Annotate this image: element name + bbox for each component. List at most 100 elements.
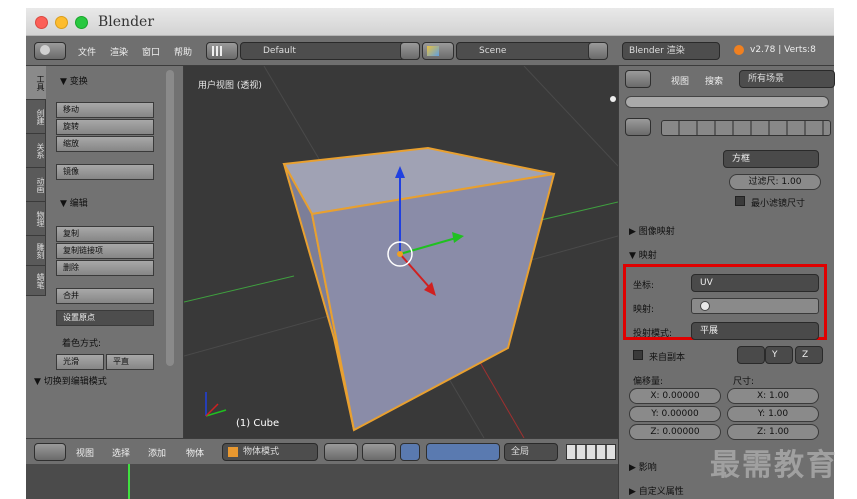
close-window-button[interactable] bbox=[35, 16, 48, 29]
x-mapping-select[interactable] bbox=[737, 346, 765, 364]
map-object-field[interactable] bbox=[691, 298, 819, 314]
menu-select[interactable]: 选择 bbox=[112, 446, 130, 459]
outliner-search-field[interactable] bbox=[625, 96, 829, 108]
object-origin bbox=[397, 251, 403, 257]
manipulator-toggle[interactable] bbox=[400, 443, 420, 461]
mode-value: 物体模式 bbox=[243, 447, 280, 457]
transform-manipulators[interactable] bbox=[426, 443, 500, 461]
filter-type-select[interactable]: 方框 bbox=[723, 150, 819, 168]
object-mode-icon bbox=[228, 447, 238, 457]
tab-relations[interactable]: 关系 bbox=[26, 134, 46, 168]
tool-shelf-tabs: 工具 创建 关系 动画 物理 雕刻 蜡笔 bbox=[26, 66, 46, 296]
tab-physics[interactable]: 物理 bbox=[26, 202, 46, 236]
offset-x-field[interactable]: X: 0.00000 bbox=[629, 388, 721, 404]
influence-panel[interactable]: ▶ 影响 bbox=[629, 460, 657, 473]
info-header: 文件 渲染 窗口 帮助 Default Scene Blender 渲染 v2.… bbox=[26, 36, 834, 66]
coordinates-label: 坐标: bbox=[633, 281, 655, 291]
editor-type-button[interactable] bbox=[34, 42, 66, 60]
menu-help[interactable]: 帮助 bbox=[174, 45, 192, 58]
3d-view-editor-button[interactable] bbox=[34, 443, 66, 461]
transform-orientation-select[interactable]: 全局 bbox=[504, 443, 558, 461]
mirror-button[interactable]: 镜像 bbox=[56, 164, 154, 180]
3d-viewport[interactable]: 用户视图 (透视) (1) Cube bbox=[184, 66, 618, 438]
menu-render[interactable]: 渲染 bbox=[110, 45, 128, 58]
image-mapping-panel[interactable]: ▶ 图像映射 bbox=[629, 224, 675, 237]
shading-label: 着色方式: bbox=[62, 339, 102, 349]
transform-panel-title[interactable]: ▼ 变换 bbox=[60, 74, 88, 87]
add-scene-button[interactable] bbox=[588, 42, 608, 60]
current-frame-marker[interactable] bbox=[128, 464, 130, 499]
scene-filter-select[interactable]: 所有场景 bbox=[739, 70, 835, 88]
outliner-menu-search[interactable]: 搜索 bbox=[705, 74, 723, 87]
grid-layout-icon bbox=[212, 46, 222, 56]
from-dupli-label: 来自副本 bbox=[649, 353, 686, 363]
add-layout-button[interactable] bbox=[400, 42, 420, 60]
shade-smooth-button[interactable]: 光滑 bbox=[56, 354, 104, 370]
filter-size-field[interactable]: 过滤尺: 1.00 bbox=[729, 174, 821, 190]
mapping-panel-title[interactable]: ▼ 映射 bbox=[629, 248, 657, 261]
toggle-edit-mode-title[interactable]: ▼ 切换到编辑模式 bbox=[34, 374, 107, 387]
mode-select[interactable]: 物体模式 bbox=[222, 443, 318, 461]
size-x-field[interactable]: X: 1.00 bbox=[727, 388, 819, 404]
menu-window[interactable]: 窗口 bbox=[142, 45, 160, 58]
active-object-label: (1) Cube bbox=[236, 418, 280, 429]
projection-select[interactable]: 平展 bbox=[691, 322, 819, 340]
menu-file[interactable]: 文件 bbox=[78, 45, 96, 58]
scene-filter-value: 所有场景 bbox=[748, 74, 785, 84]
shade-flat-button[interactable]: 平直 bbox=[106, 354, 154, 370]
render-engine-select[interactable]: Blender 渲染 bbox=[622, 42, 720, 60]
menu-view[interactable]: 视图 bbox=[76, 446, 94, 459]
edit-panel-title[interactable]: ▼ 编辑 bbox=[60, 196, 88, 209]
tab-tools[interactable]: 工具 bbox=[26, 66, 46, 100]
size-label: 尺寸: bbox=[733, 377, 755, 387]
duplicate-linked-button[interactable]: 复制链接项 bbox=[56, 243, 154, 259]
minimize-window-button[interactable] bbox=[55, 16, 68, 29]
info-icon bbox=[40, 45, 50, 55]
screen-layout-button[interactable] bbox=[206, 42, 238, 60]
properties-context-tabs[interactable] bbox=[661, 120, 831, 136]
delete-button[interactable]: 删除 bbox=[56, 260, 154, 276]
join-button[interactable]: 合并 bbox=[56, 288, 154, 304]
set-origin-select[interactable]: 设置原点 bbox=[56, 310, 154, 326]
tab-sculpt[interactable]: 雕刻 bbox=[26, 236, 46, 266]
scene-field[interactable]: Scene bbox=[456, 42, 606, 60]
size-z-field[interactable]: Z: 1.00 bbox=[727, 424, 819, 440]
tab-animation[interactable]: 动画 bbox=[26, 168, 46, 202]
tool-shelf-scrollbar[interactable] bbox=[166, 70, 174, 366]
area-split-handle[interactable] bbox=[610, 96, 616, 102]
maximize-window-button[interactable] bbox=[75, 16, 88, 29]
layer-buttons[interactable] bbox=[566, 444, 616, 460]
outliner-menu-view[interactable]: 视图 bbox=[671, 74, 689, 87]
move-button[interactable]: 移动 bbox=[56, 102, 154, 118]
scene-value: Scene bbox=[479, 46, 507, 56]
scene-type-button[interactable] bbox=[422, 42, 454, 60]
scene-icon bbox=[427, 46, 439, 56]
min-filter-checkbox[interactable] bbox=[735, 196, 745, 206]
custom-props-panel[interactable]: ▶ 自定义属性 bbox=[629, 484, 684, 497]
rotate-button[interactable]: 旋转 bbox=[56, 119, 154, 135]
viewport-shading-select[interactable] bbox=[324, 443, 358, 461]
tab-create[interactable]: 创建 bbox=[26, 100, 46, 134]
offset-y-field[interactable]: Y: 0.00000 bbox=[629, 406, 721, 422]
tab-grease-pencil[interactable]: 蜡笔 bbox=[26, 266, 46, 296]
outliner-editor-button[interactable] bbox=[625, 70, 651, 88]
properties-editor-button[interactable] bbox=[625, 118, 651, 136]
properties-editor: 视图 搜索 所有场景 方框 过滤尺: 1.00 最小滤镜尺寸 ▶ 图像映射 ▼ … bbox=[618, 66, 835, 499]
window-titlebar: Blender bbox=[26, 8, 834, 36]
screen-layout-field[interactable]: Default bbox=[240, 42, 420, 60]
from-dupli-checkbox[interactable] bbox=[633, 350, 643, 360]
scale-button[interactable]: 缩放 bbox=[56, 136, 154, 152]
coordinates-select[interactable]: UV bbox=[691, 274, 819, 292]
size-y-field[interactable]: Y: 1.00 bbox=[727, 406, 819, 422]
timeline-area[interactable] bbox=[26, 464, 618, 499]
menu-add[interactable]: 添加 bbox=[148, 446, 166, 459]
render-engine-value: Blender 渲染 bbox=[629, 46, 685, 56]
menu-object[interactable]: 物体 bbox=[186, 446, 204, 459]
object-icon bbox=[700, 301, 710, 311]
offset-z-field[interactable]: Z: 0.00000 bbox=[629, 424, 721, 440]
y-mapping-select[interactable]: Y bbox=[765, 346, 793, 364]
min-filter-label: 最小滤镜尺寸 bbox=[751, 199, 806, 209]
duplicate-button[interactable]: 复制 bbox=[56, 226, 154, 242]
z-mapping-select[interactable]: Z bbox=[795, 346, 823, 364]
pivot-point-select[interactable] bbox=[362, 443, 396, 461]
